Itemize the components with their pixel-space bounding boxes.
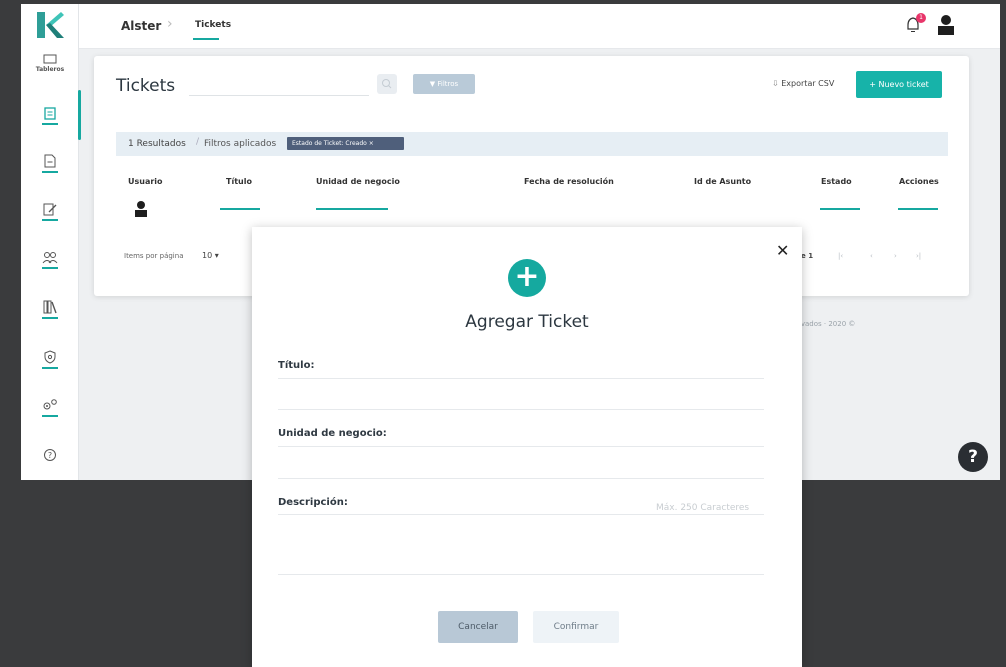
gears-icon	[43, 399, 57, 410]
field-divider	[278, 378, 764, 379]
titulo-input[interactable]	[278, 409, 764, 410]
page-size-select[interactable]: 10 ▾	[202, 251, 219, 260]
sidebar-item-help[interactable]: ?	[21, 448, 79, 462]
sidebar-item-edit[interactable]	[21, 202, 79, 221]
column-header-estado[interactable]: Estado	[821, 177, 852, 186]
shield-icon	[44, 350, 56, 364]
chip-close-icon[interactable]: ×	[369, 140, 374, 147]
edit-document-icon	[43, 203, 57, 216]
plus-circle-icon: +	[508, 259, 546, 297]
column-header-id-asunto[interactable]: Id de Asunto	[694, 177, 751, 186]
descripcion-textarea[interactable]	[278, 517, 764, 575]
books-icon	[43, 300, 57, 314]
next-page-button[interactable]: ›	[894, 252, 897, 260]
sidebar-item-underline	[42, 367, 58, 369]
sidebar-item-library[interactable]	[21, 300, 79, 319]
items-per-page-label: Items por página	[124, 252, 184, 260]
filter-button-label: Filtros	[437, 80, 459, 88]
page-title: Tickets	[116, 76, 176, 96]
breadcrumb-underline	[193, 38, 219, 40]
breadcrumb-current: Tickets	[195, 20, 232, 30]
cell-placeholder-acciones	[898, 208, 938, 210]
sidebar: Tableros ?	[21, 4, 81, 480]
cancel-button[interactable]: Cancelar	[438, 611, 518, 643]
results-separator: /	[196, 137, 200, 147]
sidebar-item-underline	[42, 267, 58, 269]
char-limit-hint: Máx. 250 Caracteres	[656, 503, 750, 513]
cell-placeholder-estado	[820, 208, 860, 210]
dashboard-icon	[43, 54, 57, 64]
sidebar-item-underline	[42, 171, 58, 173]
column-header-unidad[interactable]: Unidad de negocio	[316, 177, 400, 186]
results-count: 1 Resultados	[128, 139, 186, 149]
sidebar-item-underline	[42, 415, 58, 417]
export-csv-label: Exportar CSV	[781, 79, 835, 88]
cell-placeholder-titulo	[220, 208, 260, 210]
breadcrumb-root[interactable]: Alster	[121, 19, 161, 33]
top-bar: Alster › Tickets 1	[79, 4, 1000, 49]
new-ticket-button[interactable]: + Nuevo ticket	[856, 71, 942, 98]
search-button[interactable]	[377, 74, 397, 94]
field-divider	[278, 446, 764, 447]
notification-badge: 1	[916, 13, 926, 23]
column-header-acciones[interactable]: Acciones	[899, 177, 939, 186]
filter-chip[interactable]: Estado de Ticket: Creado ×	[287, 137, 404, 150]
sidebar-item-documents[interactable]	[21, 154, 79, 173]
clipboard-icon	[44, 107, 56, 120]
column-header-titulo[interactable]: Título	[226, 177, 252, 186]
prev-page-button[interactable]: ‹	[870, 252, 873, 260]
app-logo	[37, 12, 64, 38]
search-input[interactable]	[189, 72, 369, 96]
sidebar-item-users[interactable]	[21, 250, 79, 269]
search-icon	[382, 79, 392, 89]
filter-chip-label: Estado de Ticket: Creado	[292, 140, 367, 147]
field-divider	[278, 514, 764, 515]
sidebar-item-tableros[interactable]: Tableros	[21, 54, 79, 73]
help-button[interactable]: ?	[958, 442, 988, 472]
document-icon	[44, 154, 56, 168]
column-header-usuario[interactable]: Usuario	[128, 177, 163, 186]
modal-title: Agregar Ticket	[465, 312, 589, 332]
results-bar: 1 Resultados / Filtros aplicados Estado …	[116, 132, 948, 156]
sidebar-item-underline	[42, 219, 58, 221]
sidebar-item-settings[interactable]	[21, 398, 79, 417]
svg-text:?: ?	[48, 451, 52, 460]
footer-copyright: rvados · 2020 ©	[798, 320, 856, 328]
confirm-button[interactable]: Confirmar	[533, 611, 619, 643]
sidebar-item-underline	[42, 317, 58, 319]
filter-button[interactable]: ▼ Filtros	[413, 74, 475, 94]
page-size-value: 10	[202, 251, 213, 260]
close-icon[interactable]: ✕	[776, 241, 789, 260]
cell-placeholder-unidad	[316, 208, 388, 210]
add-ticket-modal: ✕ + Agregar Ticket Título: Unidad de neg…	[252, 227, 802, 667]
first-page-button[interactable]: |‹	[838, 252, 843, 260]
sidebar-item-tickets[interactable]	[21, 106, 79, 125]
descripcion-label: Descripción:	[278, 497, 348, 508]
question-circle-icon: ?	[44, 449, 56, 461]
titulo-label: Título:	[278, 360, 315, 371]
sidebar-item-security[interactable]	[21, 350, 79, 369]
unidad-negocio-label: Unidad de negocio:	[278, 428, 387, 439]
users-icon	[42, 252, 58, 264]
sidebar-item-underline	[42, 123, 58, 125]
export-icon: ⇩	[772, 79, 782, 88]
export-csv-button[interactable]: ⇩ Exportar CSV	[772, 79, 834, 88]
user-avatar[interactable]	[937, 14, 955, 36]
column-header-fecha[interactable]: Fecha de resolución	[524, 177, 614, 186]
last-page-button[interactable]: ›|	[916, 252, 921, 260]
dropdown-icon: ▾	[214, 251, 219, 260]
row-user-avatar	[135, 201, 147, 217]
sidebar-item-label: Tableros	[35, 66, 65, 73]
applied-filters-label: Filtros aplicados	[204, 139, 277, 149]
breadcrumb-separator-icon: ›	[167, 16, 173, 32]
unidad-negocio-input[interactable]	[278, 478, 764, 479]
